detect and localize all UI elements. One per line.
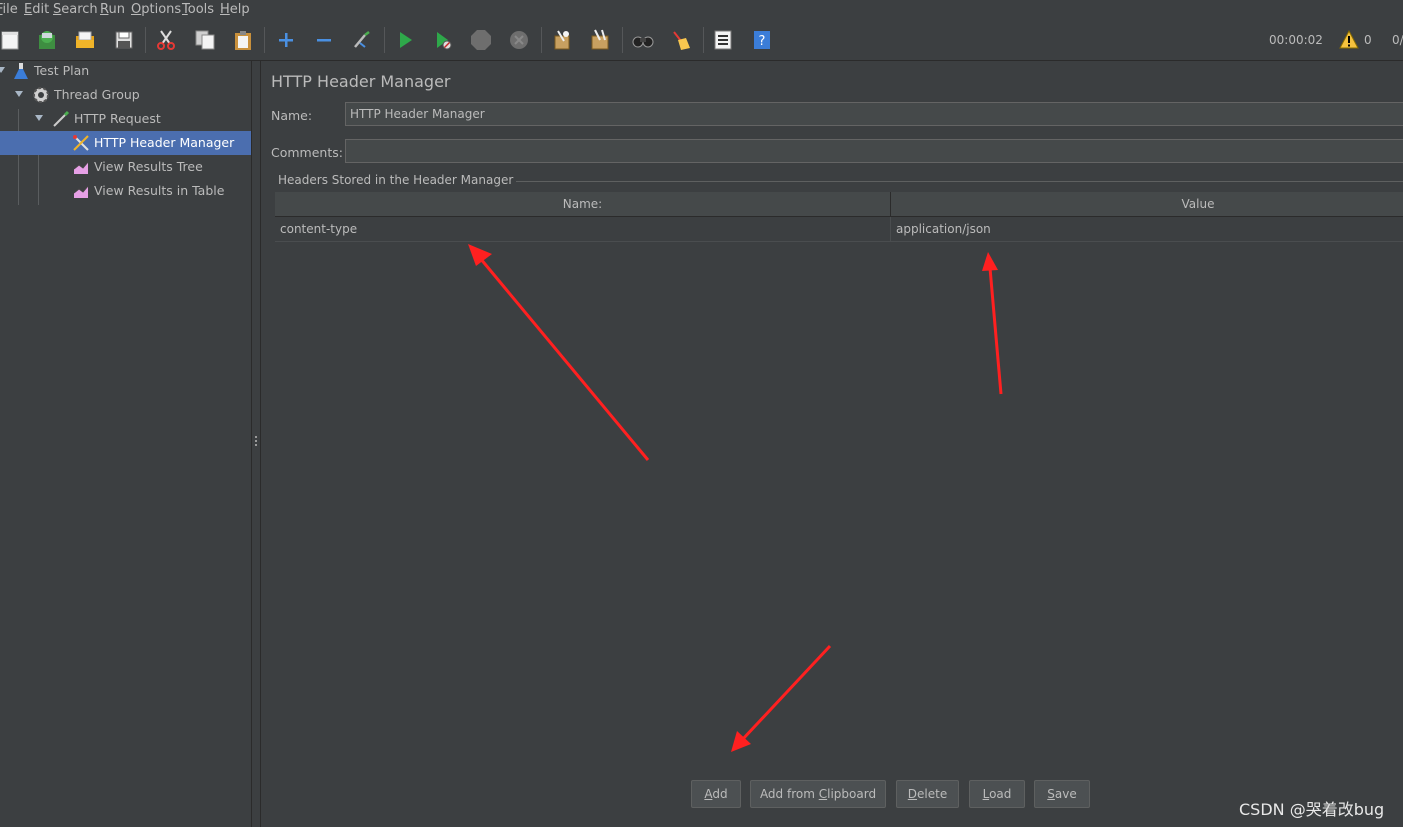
tree-item-label: HTTP Request <box>74 111 161 126</box>
group-title: Headers Stored in the Header Manager <box>275 173 517 187</box>
menu-run[interactable]: Run <box>100 2 125 17</box>
expand-icon[interactable] <box>275 29 297 51</box>
cut-icon[interactable] <box>155 29 177 51</box>
reset-search-icon[interactable] <box>670 29 692 51</box>
name-label: Name: <box>271 108 313 123</box>
add-from-clipboard-button[interactable]: Add from Clipboard <box>750 780 886 808</box>
help-icon[interactable]: ? <box>751 29 773 51</box>
tree-item-label: View Results Tree <box>94 159 203 174</box>
warning-count: 0 <box>1364 33 1372 47</box>
elapsed-time: 00:00:02 <box>1269 33 1323 47</box>
add-button[interactable]: Add <box>691 780 741 808</box>
menu-file[interactable]: File <box>0 2 18 17</box>
stop-icon[interactable] <box>470 29 492 51</box>
menu-options[interactable]: Options <box>131 2 181 17</box>
toggle-icon[interactable] <box>351 29 373 51</box>
menu-bar: File Edit Search Run Options Tools Help <box>0 0 1403 20</box>
button-mnemonic: L <box>982 787 990 801</box>
tree-item-test-plan[interactable]: Test Plan <box>0 59 251 83</box>
toolbar-separator <box>264 27 265 53</box>
start-icon[interactable] <box>394 29 416 51</box>
column-header-value[interactable]: Value <box>891 192 1403 216</box>
tree-item-label: HTTP Header Manager <box>94 135 235 150</box>
save-icon[interactable] <box>113 29 135 51</box>
splitter-grip <box>255 444 257 446</box>
tree-item-label: View Results in Table <box>94 183 225 198</box>
splitter-grip <box>255 436 257 438</box>
search-icon[interactable] <box>632 29 654 51</box>
header-value-cell[interactable]: application/json <box>896 217 991 241</box>
collapse-icon[interactable] <box>313 29 335 51</box>
split-pane-divider[interactable] <box>252 61 261 827</box>
toolbar-separator <box>541 27 542 53</box>
tree-item-label: Test Plan <box>34 63 90 78</box>
header-name-cell[interactable]: content-type <box>280 217 357 241</box>
tree-item-http-request[interactable]: HTTP Request <box>0 107 251 131</box>
tree-item-view-results-in-table[interactable]: View Results in Table <box>0 179 251 203</box>
column-header-name[interactable]: Name: <box>275 192 890 216</box>
toolbar-separator <box>145 27 146 53</box>
toolbar-separator <box>384 27 385 53</box>
cell-divider <box>890 217 891 241</box>
watermark: CSDN @哭着改bug <box>1239 800 1385 819</box>
shutdown-icon[interactable] <box>508 29 530 51</box>
comments-field[interactable] <box>345 139 1403 163</box>
tree-item-http-header-manager[interactable]: HTTP Header Manager <box>0 131 251 155</box>
menu-edit[interactable]: Edit <box>24 2 49 17</box>
active-threads: 0/ <box>1392 33 1403 47</box>
gear-icon <box>31 85 51 105</box>
toolbar: ? 00:00:02 0 0/ <box>0 20 1403 61</box>
collapse-toggle[interactable] <box>15 91 23 97</box>
delete-button[interactable]: Delete <box>896 780 959 808</box>
page-title: HTTP Header Manager <box>271 72 451 91</box>
copy-icon[interactable] <box>194 29 216 51</box>
tree-item-thread-group[interactable]: Thread Group <box>0 83 251 107</box>
menu-help[interactable]: Help <box>220 2 250 17</box>
pipette-icon <box>51 109 71 129</box>
name-field[interactable] <box>345 102 1403 126</box>
function-helper-icon[interactable] <box>712 29 734 51</box>
button-mnemonic: A <box>704 787 713 801</box>
load-button[interactable]: Load <box>969 780 1025 808</box>
tree-item-view-results-tree[interactable]: View Results Tree <box>0 155 251 179</box>
table-row[interactable]: content-type application/json <box>275 217 1403 242</box>
comments-label: Comments: <box>271 145 343 160</box>
paste-icon[interactable] <box>232 29 254 51</box>
tree-item-label: Thread Group <box>54 87 140 102</box>
collapse-toggle[interactable] <box>35 115 43 121</box>
save-button[interactable]: Save <box>1034 780 1090 808</box>
clear-icon[interactable] <box>551 29 573 51</box>
menu-search[interactable]: Search <box>53 2 98 17</box>
toolbar-separator <box>703 27 704 53</box>
templates-icon[interactable] <box>36 29 58 51</box>
chart-icon <box>71 157 91 177</box>
chart-icon <box>71 181 91 201</box>
svg-text:?: ? <box>759 34 766 49</box>
clear-all-icon[interactable] <box>589 29 611 51</box>
start-no-timers-icon[interactable] <box>432 29 454 51</box>
test-plan-tree: Test Plan Thread Group HTTP Request HTTP… <box>0 61 252 827</box>
headers-table-header: Name: Value <box>275 192 1403 217</box>
splitter-grip <box>255 440 257 442</box>
header-manager-panel: HTTP Header Manager Name: Comments: Head… <box>261 61 1403 827</box>
test-plan-icon <box>11 61 31 81</box>
warning-icon[interactable] <box>1339 30 1359 50</box>
open-icon[interactable] <box>74 29 96 51</box>
button-mnemonic: C <box>818 787 828 801</box>
tools-icon <box>71 133 91 153</box>
menu-tools[interactable]: Tools <box>182 2 214 17</box>
toolbar-separator <box>622 27 623 53</box>
new-icon[interactable] <box>0 29 22 51</box>
button-mnemonic: S <box>1047 787 1055 801</box>
collapse-toggle[interactable] <box>0 67 5 73</box>
button-mnemonic: D <box>907 787 918 801</box>
